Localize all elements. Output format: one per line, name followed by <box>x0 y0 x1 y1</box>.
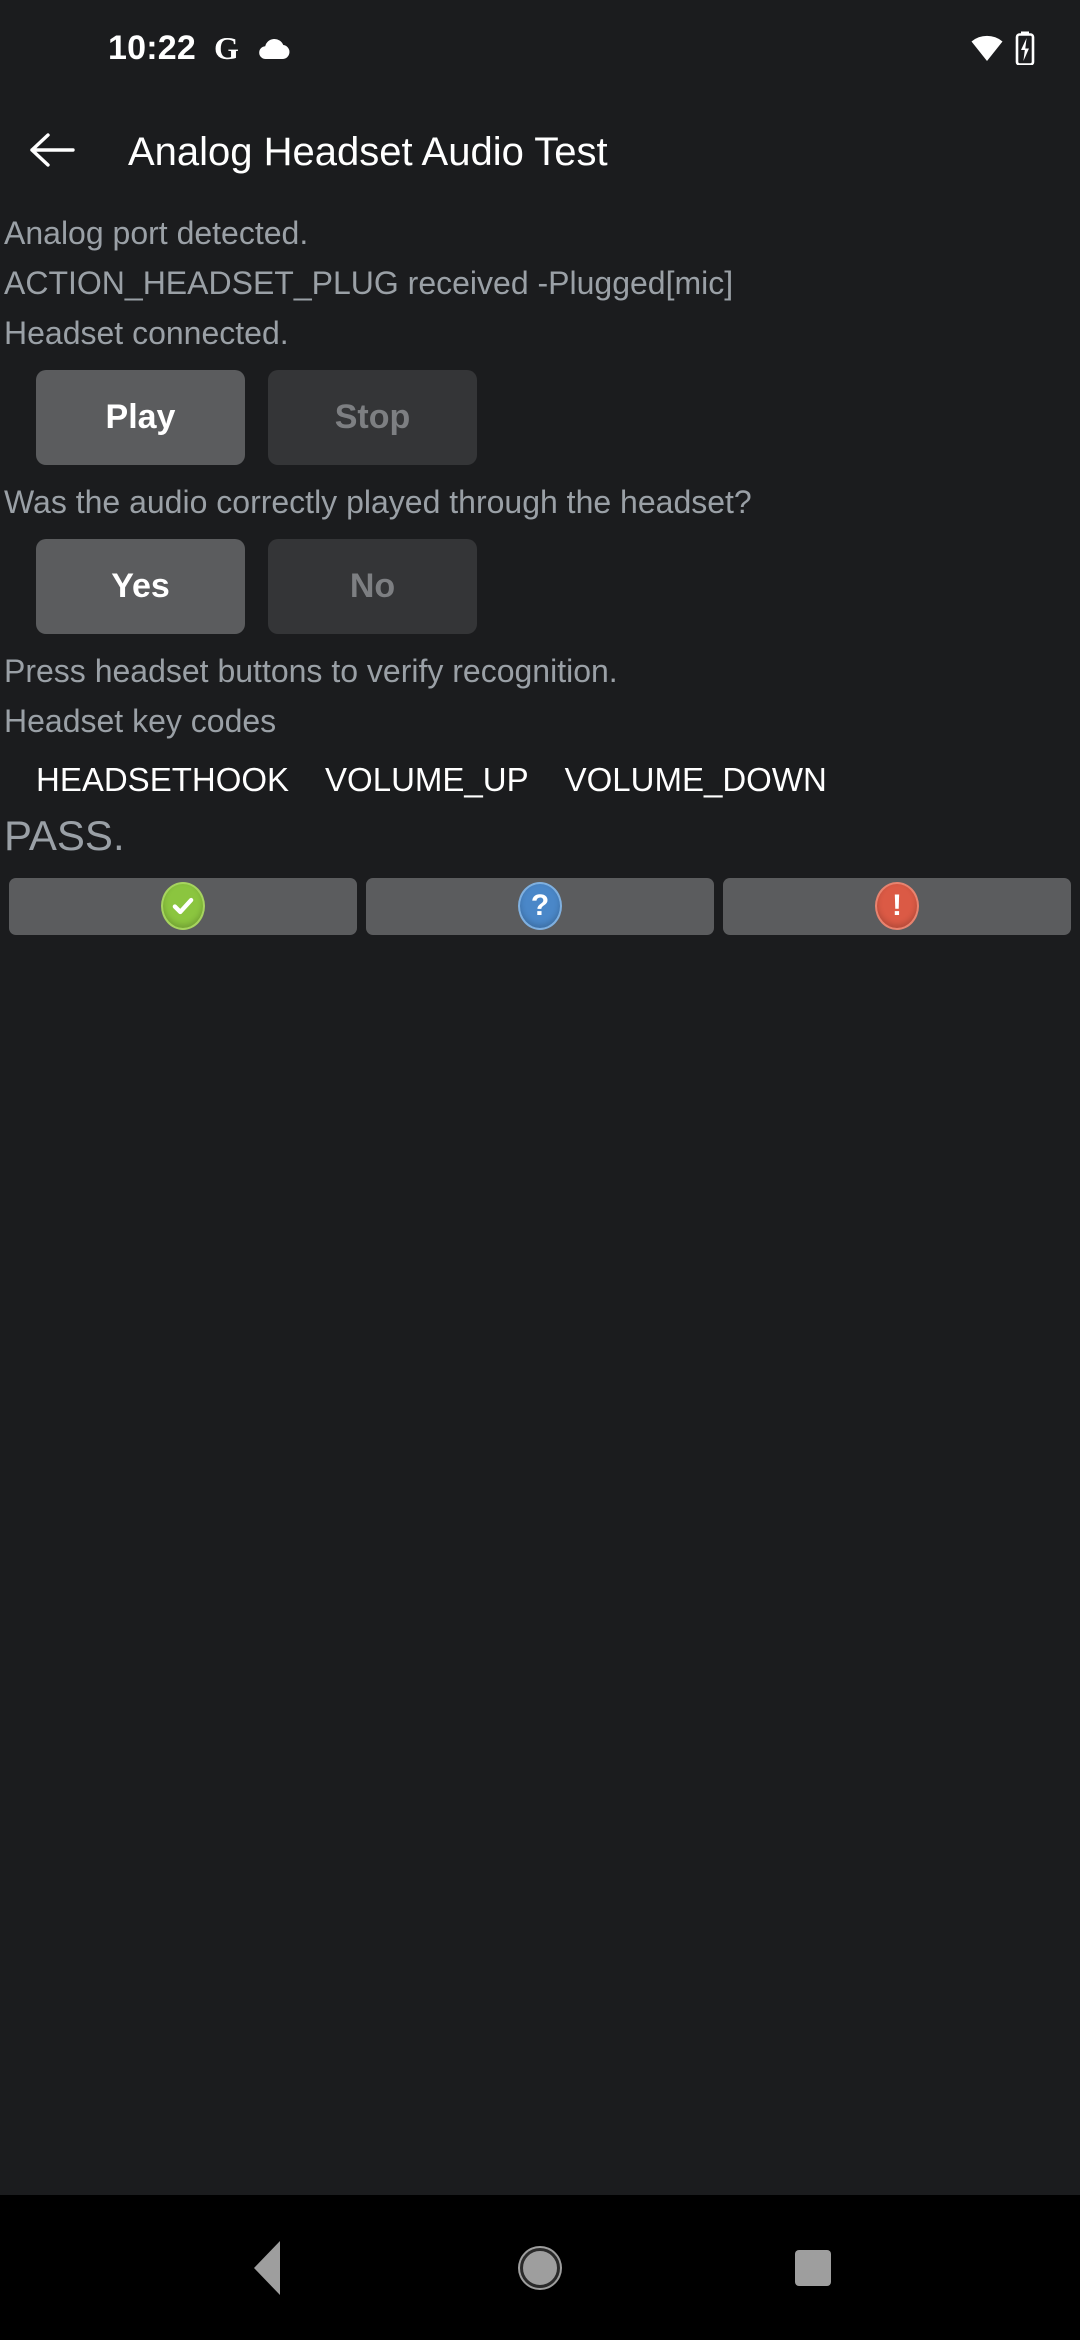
back-button[interactable] <box>0 130 104 175</box>
keycode-headsethook: HEADSETHOOK <box>36 761 290 798</box>
test-result-text: PASS. <box>4 811 125 859</box>
play-button[interactable]: Play <box>36 370 245 465</box>
log-line-headset-plug-intent: ACTION_HEADSET_PLUG received -Plugged[mi… <box>4 265 734 301</box>
playback-button-row: Play Stop <box>0 358 1080 477</box>
status-bar-left: 10:22 G <box>0 31 291 65</box>
check-circle-icon <box>161 882 205 931</box>
keycode-list: HEADSETHOOK VOLUME_UP VOLUME_DOWN <box>0 746 1080 806</box>
exclamation-circle-icon: ! <box>875 882 919 931</box>
status-bar: 10:22 G <box>0 0 1080 96</box>
info-button[interactable]: ? <box>366 877 714 935</box>
battery-charging-icon <box>1014 31 1036 65</box>
pass-button[interactable] <box>9 877 357 935</box>
nav-back-icon <box>253 2240 280 2295</box>
keycode-volume-up: VOLUME_UP <box>325 761 529 798</box>
system-navigation-bar <box>0 2195 1080 2340</box>
nav-home-button[interactable] <box>480 2195 600 2340</box>
fail-button[interactable]: ! <box>723 877 1071 935</box>
answer-button-row: Yes No <box>0 527 1080 646</box>
nav-recents-button[interactable] <box>753 2195 873 2340</box>
keycodes-label: Headset key codes <box>4 703 277 739</box>
back-arrow-icon <box>28 130 76 175</box>
log-line-headset-connected: Headset connected. <box>4 315 289 351</box>
no-button: No <box>268 539 477 634</box>
phone-screen: 10:22 G Analog Headset Audio Test Analog… <box>0 0 1080 2340</box>
audio-question-text: Was the audio correctly played through t… <box>4 484 752 520</box>
wifi-icon <box>970 33 1004 63</box>
page-title: Analog Headset Audio Test <box>128 130 608 174</box>
question-circle-icon: ? <box>518 882 562 931</box>
cloud-icon <box>257 35 291 61</box>
stop-button: Stop <box>268 370 477 465</box>
log-line-port-detected: Analog port detected. <box>4 215 309 251</box>
app-bar: Analog Headset Audio Test <box>0 96 1080 208</box>
nav-back-button[interactable] <box>207 2195 327 2340</box>
nav-recents-icon <box>795 2249 832 2286</box>
nav-home-icon <box>519 2247 560 2288</box>
status-bar-right <box>970 31 1036 65</box>
status-bar-clock: 10:22 <box>108 29 196 67</box>
empty-area <box>0 1564 1080 2196</box>
press-buttons-instruction: Press headset buttons to verify recognit… <box>4 653 618 689</box>
keycode-volume-down: VOLUME_DOWN <box>564 761 827 798</box>
google-icon: G <box>213 30 239 66</box>
test-content: Analog port detected. ACTION_HEADSET_PLU… <box>0 208 1080 1565</box>
verdict-button-row: ? ! <box>0 860 1080 935</box>
yes-button[interactable]: Yes <box>36 539 245 634</box>
